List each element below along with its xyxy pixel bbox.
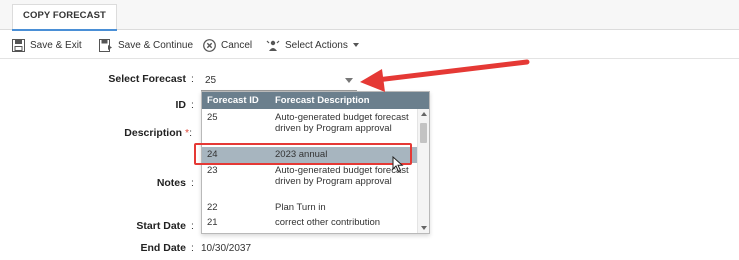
mouse-cursor-icon	[392, 156, 404, 173]
annotation-arrow-icon	[360, 59, 530, 92]
